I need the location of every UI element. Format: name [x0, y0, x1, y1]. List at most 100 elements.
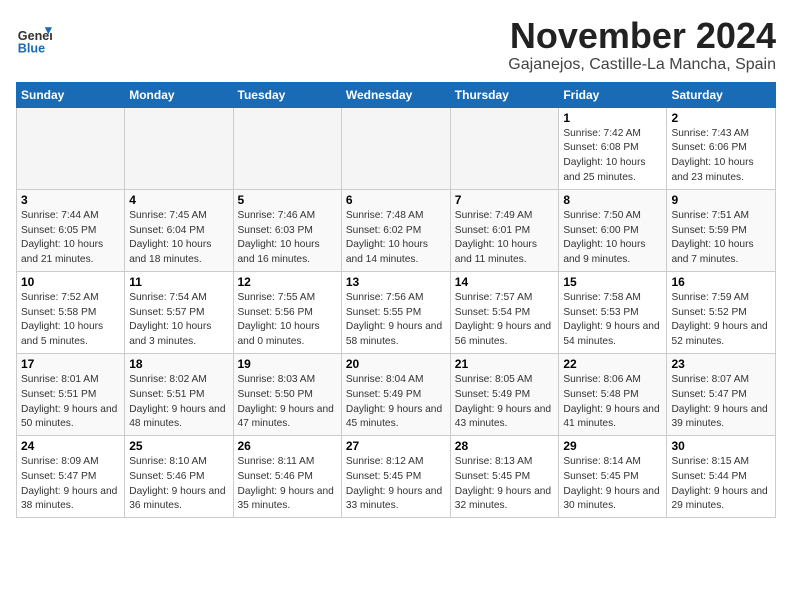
- day-number: 6: [346, 193, 446, 207]
- calendar-day-cell: 18 Sunrise: 8:02 AM Sunset: 5:51 PM Dayli…: [125, 353, 233, 435]
- day-info: Sunrise: 8:11 AM Sunset: 5:46 PM Dayligh…: [238, 455, 337, 514]
- day-info: Sunrise: 7:42 AM Sunset: 6:08 PM Dayligh…: [563, 127, 662, 186]
- day-info: Sunrise: 7:54 AM Sunset: 5:57 PM Dayligh…: [129, 291, 228, 350]
- calendar-day-cell: 10 Sunrise: 7:52 AM Sunset: 5:58 PM Dayli…: [17, 271, 125, 353]
- day-info: Sunrise: 8:04 AM Sunset: 5:49 PM Dayligh…: [346, 373, 446, 432]
- day-info: Sunrise: 7:52 AM Sunset: 5:58 PM Dayligh…: [21, 291, 120, 350]
- day-number: 21: [455, 357, 555, 371]
- day-number: 15: [563, 275, 662, 289]
- day-info: Sunrise: 7:50 AM Sunset: 6:00 PM Dayligh…: [563, 209, 662, 268]
- calendar-day-cell: 5 Sunrise: 7:46 AM Sunset: 6:03 PM Daylig…: [233, 189, 341, 271]
- weekday-header-cell: Monday: [125, 82, 233, 107]
- day-number: 24: [21, 439, 120, 453]
- weekday-header-cell: Tuesday: [233, 82, 341, 107]
- day-info: Sunrise: 7:56 AM Sunset: 5:55 PM Dayligh…: [346, 291, 446, 350]
- calendar-day-cell: 28 Sunrise: 8:13 AM Sunset: 5:45 PM Dayli…: [450, 436, 559, 518]
- calendar-day-cell: 4 Sunrise: 7:45 AM Sunset: 6:04 PM Daylig…: [125, 189, 233, 271]
- day-number: 11: [129, 275, 228, 289]
- calendar-day-cell: 16 Sunrise: 7:59 AM Sunset: 5:52 PM Dayli…: [667, 271, 776, 353]
- day-number: 12: [238, 275, 337, 289]
- day-info: Sunrise: 8:06 AM Sunset: 5:48 PM Dayligh…: [563, 373, 662, 432]
- day-number: 3: [21, 193, 120, 207]
- calendar-day-cell: 20 Sunrise: 8:04 AM Sunset: 5:49 PM Dayli…: [341, 353, 450, 435]
- calendar-week-row: 24Sunrise: 8:09 AM Sunset: 5:47 PM Dayli…: [17, 436, 776, 518]
- calendar-day-cell: 21 Sunrise: 8:05 AM Sunset: 5:49 PM Dayli…: [450, 353, 559, 435]
- day-info: Sunrise: 8:10 AM Sunset: 5:46 PM Dayligh…: [129, 455, 228, 514]
- weekday-header-row: SundayMondayTuesdayWednesdayThursdayFrid…: [17, 82, 776, 107]
- day-info: Sunrise: 8:13 AM Sunset: 5:45 PM Dayligh…: [455, 455, 555, 514]
- day-info: Sunrise: 8:07 AM Sunset: 5:47 PM Dayligh…: [671, 373, 771, 432]
- calendar-table: SundayMondayTuesdayWednesdayThursdayFrid…: [16, 82, 776, 519]
- calendar-day-cell: 24Sunrise: 8:09 AM Sunset: 5:47 PM Dayli…: [17, 436, 125, 518]
- day-number: 22: [563, 357, 662, 371]
- day-info: Sunrise: 8:12 AM Sunset: 5:45 PM Dayligh…: [346, 455, 446, 514]
- day-number: 16: [671, 275, 771, 289]
- day-number: 20: [346, 357, 446, 371]
- svg-text:Blue: Blue: [18, 41, 45, 55]
- day-info: Sunrise: 7:58 AM Sunset: 5:53 PM Dayligh…: [563, 291, 662, 350]
- calendar-day-cell: 6 Sunrise: 7:48 AM Sunset: 6:02 PM Daylig…: [341, 189, 450, 271]
- day-info: Sunrise: 7:51 AM Sunset: 5:59 PM Dayligh…: [671, 209, 771, 268]
- calendar-day-cell: 27 Sunrise: 8:12 AM Sunset: 5:45 PM Dayli…: [341, 436, 450, 518]
- calendar-day-cell: 7 Sunrise: 7:49 AM Sunset: 6:01 PM Daylig…: [450, 189, 559, 271]
- calendar-day-cell: 23 Sunrise: 8:07 AM Sunset: 5:47 PM Dayli…: [667, 353, 776, 435]
- day-number: 27: [346, 439, 446, 453]
- calendar-day-cell: [450, 107, 559, 189]
- calendar-week-row: 17 Sunrise: 8:01 AM Sunset: 5:51 PM Dayli…: [17, 353, 776, 435]
- weekday-header-cell: Saturday: [667, 82, 776, 107]
- day-number: 14: [455, 275, 555, 289]
- day-info: Sunrise: 7:49 AM Sunset: 6:01 PM Dayligh…: [455, 209, 555, 268]
- calendar-day-cell: 11 Sunrise: 7:54 AM Sunset: 5:57 PM Dayli…: [125, 271, 233, 353]
- calendar-day-cell: 3 Sunrise: 7:44 AM Sunset: 6:05 PM Daylig…: [17, 189, 125, 271]
- calendar-day-cell: [233, 107, 341, 189]
- day-info: Sunrise: 7:59 AM Sunset: 5:52 PM Dayligh…: [671, 291, 771, 350]
- day-info: Sunrise: 8:01 AM Sunset: 5:51 PM Dayligh…: [21, 373, 120, 432]
- day-number: 2: [671, 111, 771, 125]
- calendar-day-cell: 26Sunrise: 8:11 AM Sunset: 5:46 PM Dayli…: [233, 436, 341, 518]
- day-info: Sunrise: 8:02 AM Sunset: 5:51 PM Dayligh…: [129, 373, 228, 432]
- day-info: Sunrise: 7:55 AM Sunset: 5:56 PM Dayligh…: [238, 291, 337, 350]
- day-info: Sunrise: 8:05 AM Sunset: 5:49 PM Dayligh…: [455, 373, 555, 432]
- calendar-week-row: 10 Sunrise: 7:52 AM Sunset: 5:58 PM Dayli…: [17, 271, 776, 353]
- weekday-header-cell: Wednesday: [341, 82, 450, 107]
- calendar-day-cell: 2 Sunrise: 7:43 AM Sunset: 6:06 PM Daylig…: [667, 107, 776, 189]
- calendar-day-cell: [17, 107, 125, 189]
- calendar-week-row: 3 Sunrise: 7:44 AM Sunset: 6:05 PM Daylig…: [17, 189, 776, 271]
- day-number: 8: [563, 193, 662, 207]
- day-number: 29: [563, 439, 662, 453]
- day-info: Sunrise: 7:44 AM Sunset: 6:05 PM Dayligh…: [21, 209, 120, 268]
- day-number: 30: [671, 439, 771, 453]
- day-info: Sunrise: 7:43 AM Sunset: 6:06 PM Dayligh…: [671, 127, 771, 186]
- day-number: 13: [346, 275, 446, 289]
- day-number: 25: [129, 439, 228, 453]
- calendar-day-cell: [125, 107, 233, 189]
- day-number: 10: [21, 275, 120, 289]
- calendar-day-cell: 14Sunrise: 7:57 AM Sunset: 5:54 PM Dayli…: [450, 271, 559, 353]
- day-info: Sunrise: 7:48 AM Sunset: 6:02 PM Dayligh…: [346, 209, 446, 268]
- title-area: November 2024 Gajanejos, Castille-La Man…: [508, 16, 776, 74]
- weekday-header-cell: Friday: [559, 82, 667, 107]
- day-number: 5: [238, 193, 337, 207]
- day-info: Sunrise: 8:03 AM Sunset: 5:50 PM Dayligh…: [238, 373, 337, 432]
- day-info: Sunrise: 8:14 AM Sunset: 5:45 PM Dayligh…: [563, 455, 662, 514]
- day-info: Sunrise: 7:45 AM Sunset: 6:04 PM Dayligh…: [129, 209, 228, 268]
- calendar-day-cell: 25 Sunrise: 8:10 AM Sunset: 5:46 PM Dayli…: [125, 436, 233, 518]
- location-title: Gajanejos, Castille-La Mancha, Spain: [508, 56, 776, 74]
- calendar-day-cell: 9Sunrise: 7:51 AM Sunset: 5:59 PM Daylig…: [667, 189, 776, 271]
- calendar-day-cell: 1 Sunrise: 7:42 AM Sunset: 6:08 PM Daylig…: [559, 107, 667, 189]
- day-number: 7: [455, 193, 555, 207]
- weekday-header-cell: Thursday: [450, 82, 559, 107]
- day-number: 19: [238, 357, 337, 371]
- day-number: 4: [129, 193, 228, 207]
- calendar-day-cell: 29 Sunrise: 8:14 AM Sunset: 5:45 PM Dayli…: [559, 436, 667, 518]
- calendar-day-cell: 8 Sunrise: 7:50 AM Sunset: 6:00 PM Daylig…: [559, 189, 667, 271]
- day-number: 17: [21, 357, 120, 371]
- calendar-day-cell: 22 Sunrise: 8:06 AM Sunset: 5:48 PM Dayli…: [559, 353, 667, 435]
- day-info: Sunrise: 7:46 AM Sunset: 6:03 PM Dayligh…: [238, 209, 337, 268]
- day-number: 23: [671, 357, 771, 371]
- day-number: 18: [129, 357, 228, 371]
- calendar-body: 1 Sunrise: 7:42 AM Sunset: 6:08 PM Daylig…: [17, 107, 776, 518]
- day-number: 28: [455, 439, 555, 453]
- day-number: 1: [563, 111, 662, 125]
- weekday-header-cell: Sunday: [17, 82, 125, 107]
